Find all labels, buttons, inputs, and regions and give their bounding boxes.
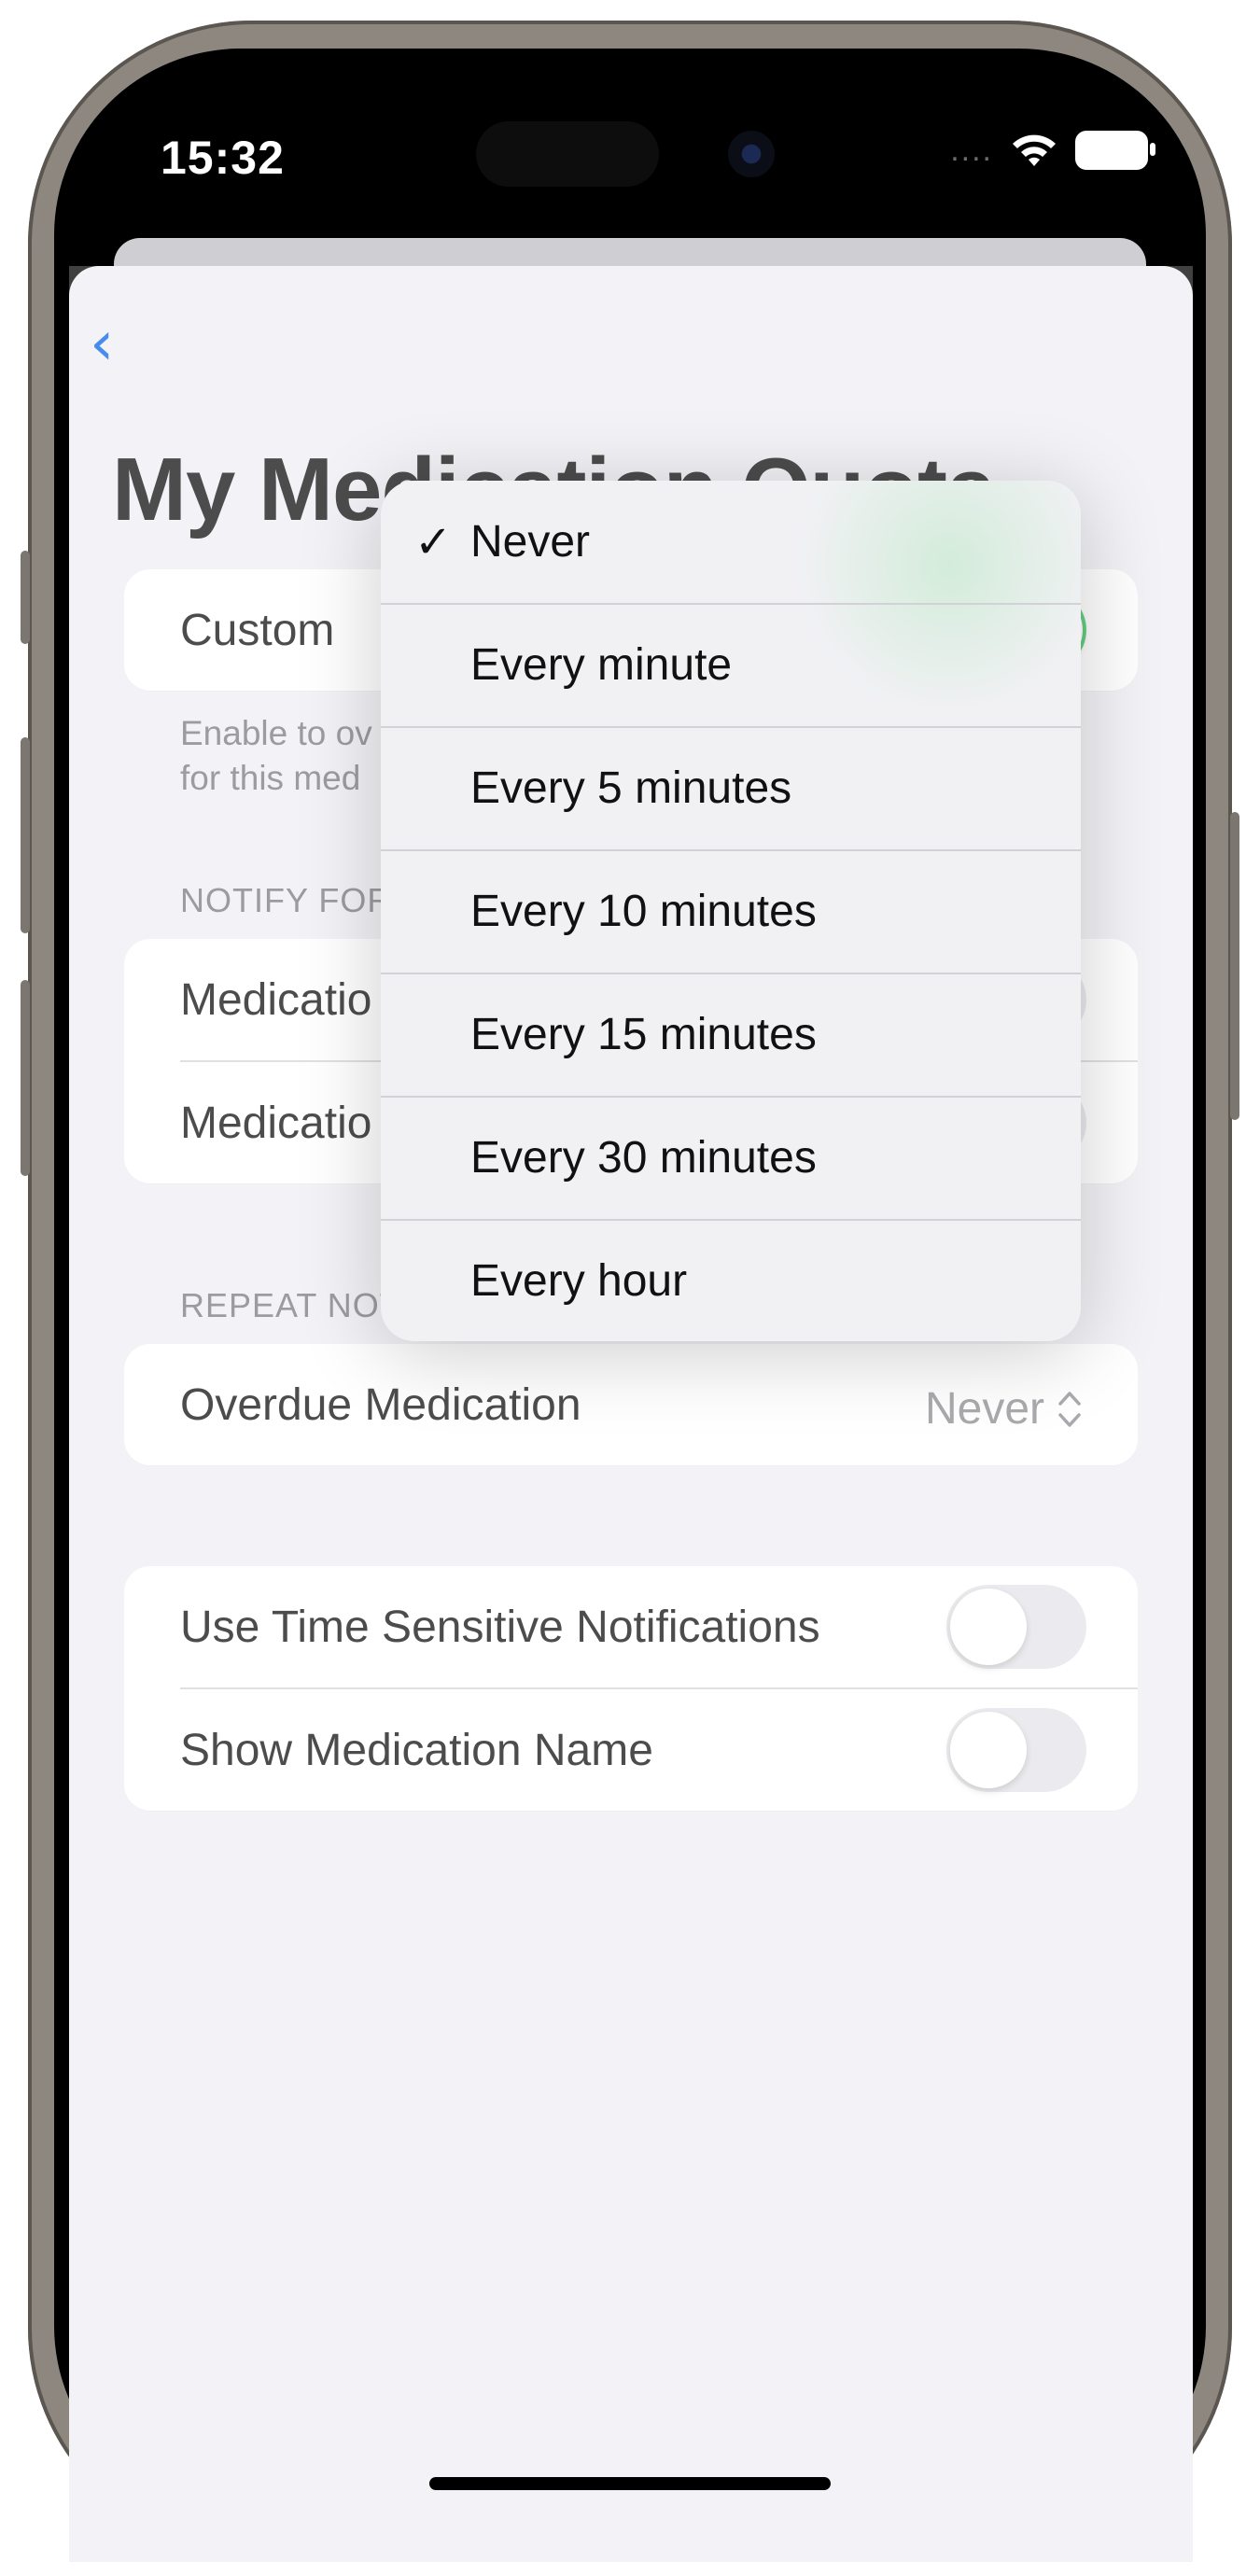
menu-item-label: Every 15 minutes [470, 1010, 817, 1059]
notify-row-label: Medicatio [180, 974, 372, 1025]
time-sensitive-toggle[interactable] [946, 1585, 1086, 1669]
battery-icon [1075, 131, 1155, 170]
chevron-left-icon[interactable]: ‹ [90, 313, 131, 374]
chevron-up-down-icon [1058, 1391, 1081, 1427]
footnote-line: for this med [180, 759, 361, 797]
menu-item-label: Every hour [470, 1256, 688, 1306]
overdue-picker[interactable]: Never [925, 1383, 1082, 1435]
toggle-knob [950, 1712, 1027, 1788]
menu-item-label: Every 10 minutes [470, 887, 817, 936]
menu-item-every-15-minutes[interactable]: Every 15 minutes [381, 973, 1081, 1096]
options-card: Use Time Sensitive Notifications Show Me… [124, 1566, 1138, 1811]
notify-row-label: Medicatio [180, 1098, 372, 1148]
menu-item-label: Every minute [470, 640, 733, 690]
action-button [21, 551, 30, 644]
menu-item-never[interactable]: ✓ Never [381, 481, 1081, 603]
power-button [1230, 812, 1239, 1120]
notify-section-label: NOTIFY FOR [180, 881, 393, 919]
camera-icon [728, 131, 775, 177]
menu-item-label: Never [470, 517, 591, 567]
custom-footnote: Enable to ov for this med [180, 711, 372, 801]
volume-down-button [21, 980, 30, 1176]
footnote-line: Enable to ov [180, 714, 372, 752]
menu-item-every-minute[interactable]: Every minute [381, 604, 1081, 726]
show-medication-name-label: Show Medication Name [180, 1725, 653, 1775]
custom-label: Custom [180, 605, 335, 655]
overdue-medication-label: Overdue Medication [180, 1379, 581, 1430]
menu-item-every-hour[interactable]: Every hour [381, 1220, 1081, 1341]
toggle-knob [950, 1589, 1027, 1665]
menu-item-every-10-minutes[interactable]: Every 10 minutes [381, 850, 1081, 973]
menu-item-label: Every 30 minutes [470, 1133, 817, 1183]
time-sensitive-label: Use Time Sensitive Notifications [180, 1602, 820, 1652]
menu-item-every-5-minutes[interactable]: Every 5 minutes [381, 727, 1081, 849]
status-time: 15:32 [161, 132, 285, 184]
repeat-interval-menu: ✓ Never Every minute Every 5 minutes Eve… [381, 481, 1081, 1341]
dynamic-island [476, 121, 659, 187]
checkmark-icon: ✓ [414, 515, 453, 568]
menu-item-label: Every 5 minutes [470, 763, 792, 813]
repeat-section-label: REPEAT NOT [180, 1286, 401, 1324]
overdue-picker-value: Never [924, 1384, 1044, 1434]
home-indicator[interactable] [429, 2477, 831, 2490]
repeat-card: Overdue Medication Never [124, 1344, 1138, 1465]
wifi-icon [1013, 134, 1056, 166]
status-icons: .... [950, 131, 1155, 170]
volume-up-button [21, 737, 30, 933]
show-medication-name-toggle[interactable] [946, 1708, 1086, 1792]
menu-item-every-30-minutes[interactable]: Every 30 minutes [381, 1097, 1081, 1219]
signal-dots: .... [950, 132, 993, 168]
